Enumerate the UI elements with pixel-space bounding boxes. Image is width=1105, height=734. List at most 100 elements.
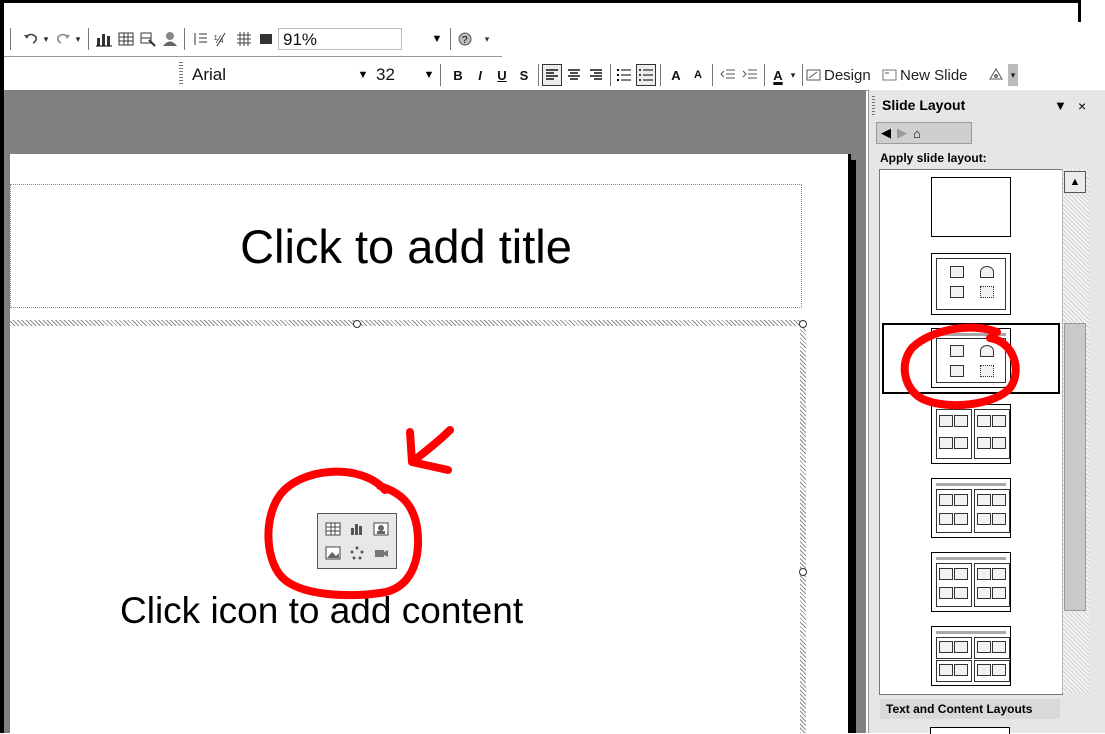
font-name-dropdown-icon[interactable]: ▼ (354, 64, 372, 86)
align-left-button[interactable] (542, 64, 562, 86)
title-placeholder[interactable]: Click to add title (10, 184, 802, 308)
zoom-dropdown-icon[interactable]: ▼ (428, 28, 446, 50)
pane-grip[interactable] (872, 96, 875, 116)
decrease-indent-button[interactable] (718, 64, 738, 86)
layout-thumbnail-content[interactable] (931, 253, 1011, 315)
insert-table-icon[interactable] (322, 518, 344, 540)
content-placeholder-border-right[interactable] (800, 320, 806, 733)
window-frame-right (1078, 0, 1081, 22)
help-icon[interactable]: ? (456, 28, 474, 50)
expand-icon[interactable] (190, 28, 210, 50)
pane-menu-dropdown-icon[interactable]: ▼ (1054, 98, 1067, 113)
font-size-combo[interactable]: 32 (372, 64, 420, 86)
underline-button[interactable]: U (492, 64, 512, 86)
redo-icon[interactable] (54, 28, 72, 50)
toolbar-separator (660, 64, 661, 86)
zoom-combo[interactable]: 91% (278, 28, 402, 50)
bullets-button[interactable] (636, 64, 656, 86)
back-icon[interactable]: ◀ (881, 125, 891, 141)
insert-media-clip-icon[interactable] (370, 542, 392, 564)
layout-thumbnail-title-and-content[interactable] (931, 328, 1011, 388)
clip-art-icon[interactable] (986, 64, 1006, 86)
insert-clip-art-icon[interactable] (370, 518, 392, 540)
align-center-icon (568, 69, 580, 80)
content-icon-palette (317, 513, 397, 569)
pane-title: Slide Layout (882, 97, 966, 113)
new-slide-icon (882, 69, 897, 81)
redo-dropdown-icon[interactable]: ▾ (73, 28, 83, 50)
section-header-text-and-content-layouts: Text and Content Layouts (880, 699, 1060, 719)
formatting-toolbar: Arial ▼ 32 ▼ B I U S A A A ▾ Design New … (4, 58, 1098, 91)
undo-icon[interactable] (22, 28, 40, 50)
window-frame-top (0, 0, 1080, 3)
numbering-button[interactable] (614, 64, 634, 86)
toolbar-separator (802, 64, 803, 86)
insert-chart-icon[interactable] (346, 518, 368, 540)
increase-indent-icon (742, 69, 757, 79)
toolbar-separator (764, 64, 765, 86)
standard-toolbar: ▾ ▾ ¼ 91% ▼ ? ▾ (4, 22, 502, 57)
font-size-dropdown-icon[interactable]: ▼ (420, 64, 438, 86)
show-formatting-icon[interactable]: ¼ (212, 28, 232, 50)
svg-text:?: ? (462, 35, 468, 46)
font-color-dropdown-icon[interactable]: ▾ (788, 64, 798, 86)
design-icon (806, 69, 821, 81)
content-placeholder-text[interactable]: Click icon to add content (120, 590, 523, 632)
italic-button[interactable]: I (470, 64, 490, 86)
font-name-combo[interactable]: Arial (188, 64, 354, 86)
tables-borders-icon[interactable] (138, 28, 158, 50)
align-left-icon (546, 69, 558, 80)
insert-diagram-icon[interactable] (346, 542, 368, 564)
content-placeholder-border-top[interactable] (10, 320, 806, 326)
layout-thumbnail-title-and-two-content[interactable] (931, 478, 1011, 538)
shadow-button[interactable]: S (514, 64, 534, 86)
align-center-button[interactable] (564, 64, 584, 86)
layout-thumbnail-title-and-4-content[interactable] (931, 626, 1011, 686)
grow-font-button[interactable]: A (666, 64, 686, 86)
toolbar-separator (184, 28, 185, 50)
scroll-up-arrow-icon[interactable]: ▲ (1064, 171, 1086, 193)
table-icon[interactable] (116, 28, 136, 50)
resize-handle-right[interactable] (799, 568, 807, 576)
toolbar-separator (538, 64, 539, 86)
toolbar-separator (450, 28, 451, 50)
chart-icon[interactable] (94, 28, 114, 50)
pane-close-icon[interactable]: × (1078, 98, 1086, 114)
design-button[interactable]: Design (806, 64, 880, 86)
zoom-value: 91% (283, 30, 318, 49)
insert-picture-icon[interactable] (322, 542, 344, 564)
toolbar-grip[interactable] (179, 62, 183, 86)
new-slide-button[interactable]: New Slide (882, 64, 984, 86)
toolbar-options-icon[interactable]: ▾ (482, 28, 492, 50)
bold-button[interactable]: B (448, 64, 468, 86)
bullets-icon (639, 69, 653, 81)
scroll-thumb[interactable] (1064, 323, 1086, 611)
decrease-indent-icon (720, 69, 735, 79)
svg-text:¼: ¼ (214, 34, 224, 46)
pane-navigation: ◀ ▶ ⌂ (876, 122, 972, 144)
undo-dropdown-icon[interactable]: ▾ (41, 28, 51, 50)
design-label: Design (824, 66, 871, 84)
font-color-button[interactable]: A (768, 64, 788, 86)
layout-thumbnail-two-content[interactable] (931, 404, 1011, 464)
insert-picture-icon[interactable] (160, 28, 180, 50)
forward-icon[interactable]: ▶ (897, 125, 907, 141)
color-grayscale-icon[interactable] (256, 28, 276, 50)
font-name-value: Arial (192, 65, 227, 84)
toolbar-separator (610, 64, 611, 86)
increase-indent-button[interactable] (740, 64, 760, 86)
layout-thumbnail-title-content-and-2-content[interactable] (931, 552, 1011, 612)
home-icon[interactable]: ⌂ (913, 126, 921, 141)
grid-icon[interactable] (234, 28, 254, 50)
resize-handle-top[interactable] (353, 320, 361, 328)
numbering-icon (617, 69, 631, 81)
font-size-value: 32 (376, 65, 395, 84)
title-placeholder-text: Click to add title (240, 219, 572, 273)
toolbar-separator (88, 28, 89, 50)
toolbar-separator (10, 28, 11, 50)
layout-thumbnail-blank[interactable] (931, 177, 1011, 237)
toolbar-options-icon[interactable]: ▾ (1008, 64, 1018, 86)
resize-handle-top-right[interactable] (799, 320, 807, 328)
align-right-button[interactable] (586, 64, 606, 86)
shrink-font-button[interactable]: A (688, 64, 708, 86)
